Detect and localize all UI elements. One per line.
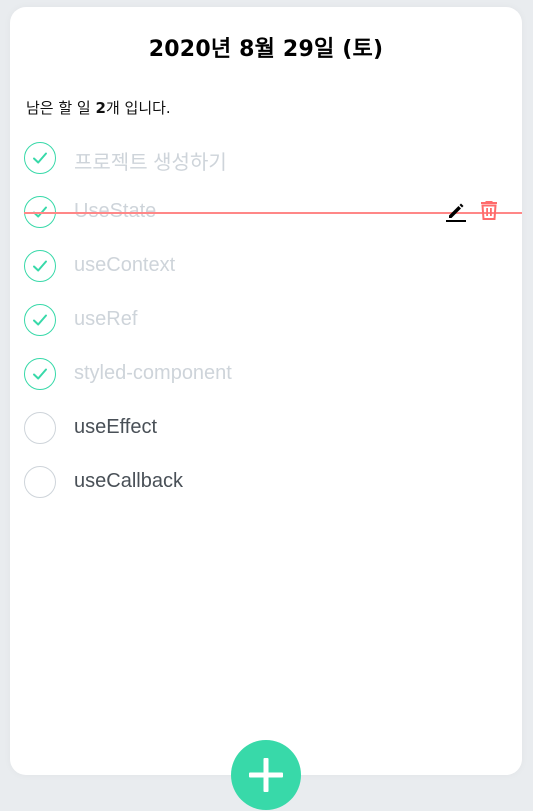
remaining-count: 2 [95, 99, 106, 117]
check-icon [33, 260, 47, 272]
todo-item[interactable]: 프로젝트 생성하기 [10, 132, 522, 186]
todo-checkbox[interactable] [24, 412, 56, 444]
todo-checkbox[interactable] [24, 250, 56, 282]
todo-item[interactable]: styled-component [10, 348, 522, 402]
page-title: 2020년 8월 29일 (토) [148, 37, 384, 62]
todo-card: 2020년 8월 29일 (토) 남은 할 일 2개 입니다. 프로젝트 생성하… [10, 7, 522, 775]
remaining-prefix: 남은 할 일 [26, 99, 96, 117]
todo-checkbox[interactable] [24, 304, 56, 336]
todo-item[interactable]: UseState [10, 186, 522, 240]
todo-list: 프로젝트 생성하기 UseState useContext useRef sty… [10, 132, 522, 510]
add-todo-button[interactable] [231, 740, 301, 810]
check-icon [33, 152, 47, 164]
check-icon [33, 368, 47, 380]
trash-icon[interactable] [477, 198, 501, 222]
todo-item[interactable]: useContext [10, 240, 522, 294]
todo-text: 프로젝트 생성하기 [74, 152, 227, 174]
todo-item[interactable]: useCallback [10, 456, 522, 510]
todo-text: useEffect [74, 416, 158, 438]
todo-text: useRef [74, 308, 138, 330]
check-icon [33, 314, 47, 326]
todo-text: useContext [74, 254, 176, 276]
todo-checkbox[interactable] [24, 466, 56, 498]
todo-item[interactable]: useRef [10, 294, 522, 348]
remaining-suffix: 개 입니다. [105, 99, 171, 117]
pencil-icon[interactable] [444, 198, 468, 222]
plus-icon [249, 758, 283, 792]
todo-text: useCallback [74, 470, 183, 492]
todo-item[interactable]: useEffect [10, 402, 522, 456]
todo-checkbox[interactable] [24, 142, 56, 174]
todo-checkbox[interactable] [24, 358, 56, 390]
todo-text: styled-component [74, 362, 232, 384]
remaining-tasks-text: 남은 할 일 2개 입니다. [26, 97, 171, 118]
